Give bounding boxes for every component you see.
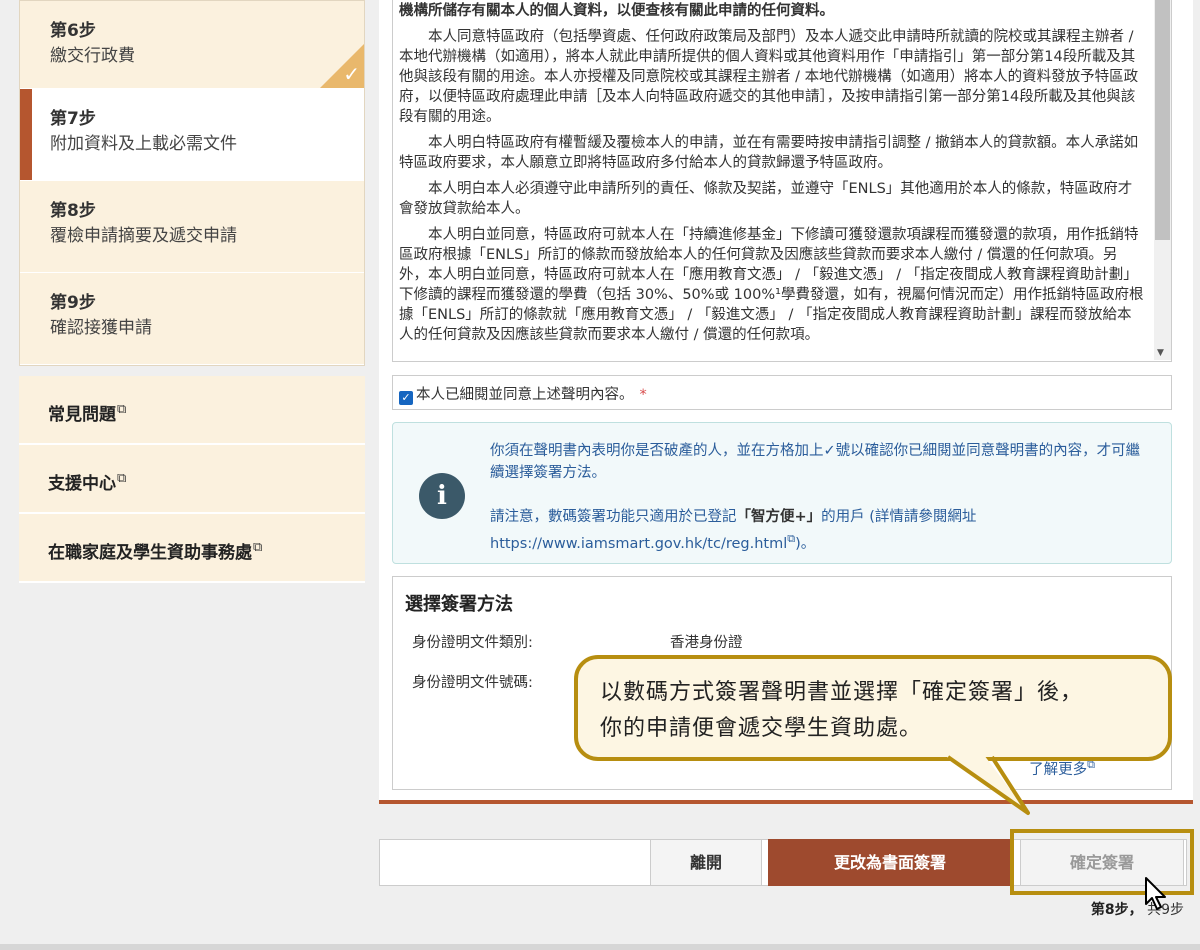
step-title: 附加資料及上載必需文件	[50, 134, 237, 154]
doc-number-label: 身份證明文件號碼:	[412, 675, 533, 691]
sidebar-link-faq[interactable]: 常見問題⧉	[19, 376, 365, 445]
info-line-2-prefix: 請注意，數碼簽署功能只適用於已登記	[490, 509, 737, 525]
external-link-icon: ⧉	[787, 532, 796, 545]
scrollbar[interactable]: ▼	[1154, 0, 1171, 360]
agree-label: 本人已細閱並同意上述聲明內容。	[416, 387, 634, 403]
step-title: 繳交行政費	[50, 46, 135, 66]
change-to-paper-sign-button[interactable]: 更改為書面簽署	[768, 839, 1012, 886]
info-notice: i 你須在聲明書內表明你是否破產的人，並在方格加上✓號以確認你已細閱並同意聲明書…	[392, 422, 1172, 564]
step-number: 第9步	[50, 293, 96, 313]
link-label: 常見問題	[48, 405, 116, 425]
info-icon: i	[419, 473, 465, 519]
declaration-scroll-box[interactable]: 機構所儲存有關本人的個人資料，以便查核有關此申請的任何資料。 本人同意特區政府（…	[392, 0, 1172, 362]
agree-checkbox[interactable]: ✓	[399, 391, 413, 405]
step-number: 第6步	[50, 21, 96, 41]
sidebar-step-6[interactable]: 第6步 繳交行政費 ✓	[20, 1, 364, 89]
doc-type-label: 身份證明文件類別:	[412, 635, 533, 651]
step-number: 第7步	[50, 109, 96, 129]
declaration-paragraph: 本人明白特區政府有權暫緩及覆檢本人的申請，並在有需要時按申請指引調整 / 撤銷本…	[399, 135, 1139, 171]
doc-type-value: 香港身份證	[670, 635, 743, 651]
declaration-paragraph: 本人明白本人必須遵守此申請所列的責任、條款及契諾，並遵守「ENLS」其他適用於本…	[399, 181, 1133, 217]
sidebar-step-8[interactable]: 第8步 覆檢申請摘要及遞交申請	[20, 181, 364, 273]
link-label: 支援中心	[48, 474, 116, 494]
required-mark: *	[639, 387, 647, 403]
check-icon: ✓	[343, 62, 360, 86]
external-link-icon: ⧉	[117, 402, 127, 418]
step-title: 覆檢申請摘要及遞交申請	[50, 226, 237, 246]
info-line-2: 請注意，數碼簽署功能只適用於已登記「智方便+」的用戶 (詳情請參閱網址 https…	[490, 506, 1150, 555]
page-bottom-border	[0, 944, 1200, 950]
step-number: 第8步	[50, 201, 96, 221]
info-line-1: 你須在聲明書內表明你是否破產的人，並在方格加上✓號以確認你已細閱並同意聲明書的內…	[490, 443, 1141, 481]
link-label: 在職家庭及學生資助事務處	[48, 543, 252, 563]
section-divider	[379, 800, 1193, 804]
info-text: 你須在聲明書內表明你是否破產的人，並在方格加上✓號以確認你已細閱並同意聲明書的內…	[490, 440, 1150, 577]
callout-line-2: 你的申請便會遞交學生資助處。	[600, 716, 923, 741]
mouse-cursor-icon	[1145, 877, 1166, 910]
step-list: 第6步 繳交行政費 ✓ 第7步 附加資料及上載必需文件 第8步 覆檢申請摘要及遞…	[19, 0, 365, 366]
declaration-heading: 機構所儲存有關本人的個人資料，以便查核有關此申請的任何資料。	[399, 3, 834, 19]
sidebar-step-7[interactable]: 第7步 附加資料及上載必需文件	[20, 89, 364, 181]
declaration-text: 機構所儲存有關本人的個人資料，以便查核有關此申請的任何資料。 本人同意特區政府（…	[393, 1, 1171, 345]
scrollbar-thumb[interactable]	[1155, 0, 1170, 240]
instruction-callout: 以數碼方式簽署聲明書並選擇「確定簽署」後， 你的申請便會遞交學生資助處。	[574, 655, 1172, 761]
step-counter: 第8步， 共9步	[1091, 899, 1184, 919]
sidebar-step-9[interactable]: 第9步 確認接獲申請	[20, 273, 364, 365]
iamsmart-brand: 「智方便+」	[736, 509, 822, 525]
iamsmart-url-link[interactable]: https://www.iamsmart.gov.hk/tc/reg.html	[490, 536, 787, 552]
external-link-icon: ⧉	[117, 471, 127, 487]
callout-line-1: 以數碼方式簽署聲明書並選擇「確定簽署」後，	[600, 680, 1084, 705]
external-link-icon: ⧉	[253, 540, 263, 556]
step-title: 確認接獲申請	[50, 318, 152, 338]
leave-button[interactable]: 離開	[650, 839, 762, 886]
callout-tail	[944, 755, 1030, 815]
sidebar-link-wfsfaa[interactable]: 在職家庭及學生資助事務處⧉	[19, 514, 365, 583]
info-line-2-suffix: 的用戶 (詳情請參閱網址	[821, 509, 977, 525]
declaration-paragraph: 本人明白並同意，特區政府可就本人在「持續進修基金」下修讀可獲發還款項課程而獲發還…	[399, 227, 1144, 343]
url-close: )。	[795, 535, 816, 552]
sidebar: 第6步 繳交行政費 ✓ 第7步 附加資料及上載必需文件 第8步 覆檢申請摘要及遞…	[19, 0, 365, 583]
section-title: 選擇簽署方法	[405, 594, 513, 615]
step-current: 第8步，	[1090, 902, 1143, 918]
declaration-paragraph: 本人同意特區政府（包括學資處、任何政府政策局及部門）及本人遞交此申請時所就讀的院…	[399, 29, 1139, 125]
sidebar-link-support[interactable]: 支援中心⧉	[19, 445, 365, 514]
scroll-down-arrow-icon[interactable]: ▼	[1157, 348, 1164, 358]
sidebar-links: 常見問題⧉ 支援中心⧉ 在職家庭及學生資助事務處⧉	[19, 376, 365, 583]
agree-checkbox-row[interactable]: ✓ 本人已細閱並同意上述聲明內容。 *	[392, 375, 1172, 410]
